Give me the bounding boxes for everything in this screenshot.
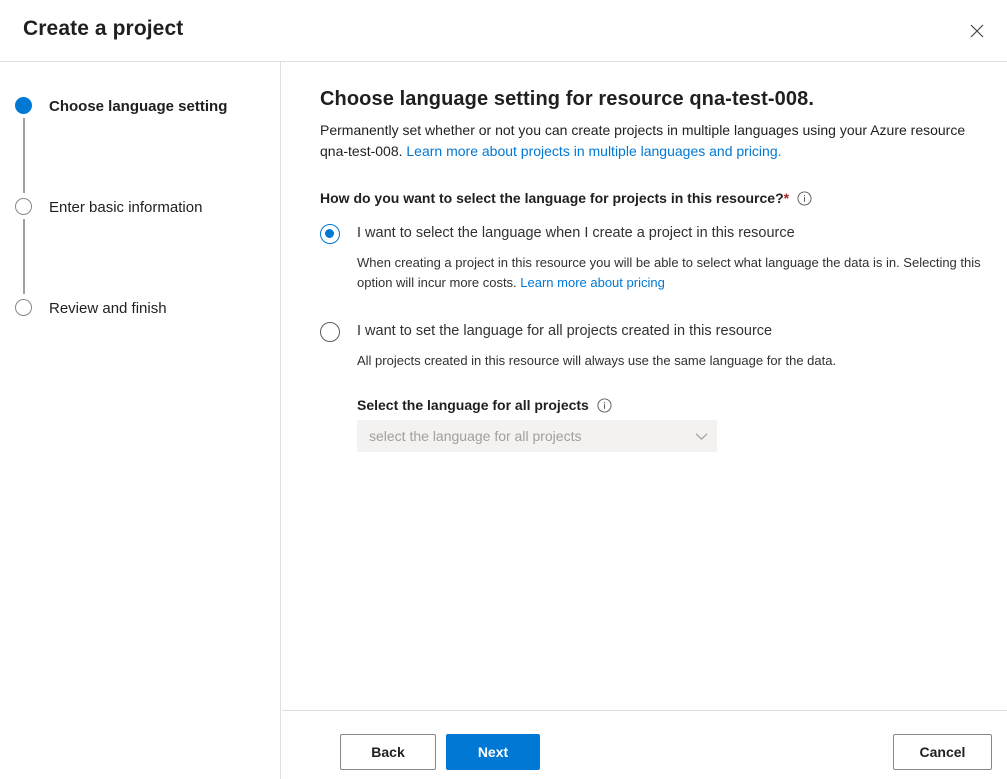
step-connector (23, 118, 25, 193)
sidebar-item-label: Choose language setting (49, 98, 227, 115)
language-select-dropdown[interactable]: select the language for all projects (357, 420, 717, 452)
content-area: Choose language setting for resource qna… (320, 88, 995, 452)
required-marker: * (784, 190, 789, 206)
info-icon[interactable] (597, 398, 612, 413)
learn-more-pricing-link[interactable]: Learn more about pricing (520, 275, 665, 290)
section-description: Permanently set whether or not you can c… (320, 120, 992, 162)
back-button[interactable]: Back (340, 734, 436, 770)
question-label: How do you want to select the language f… (320, 190, 784, 206)
empty-circle-icon (14, 298, 34, 318)
radio-option-label: I want to set the language for all proje… (357, 321, 772, 341)
radio-option-label: I want to select the language when I cre… (357, 223, 795, 243)
chevron-down-icon (686, 430, 716, 443)
next-button[interactable]: Next (446, 734, 540, 770)
page-title: Create a project (23, 17, 183, 41)
sidebar-item-choose-language-setting[interactable]: Choose language setting (14, 94, 227, 118)
wizard-main-panel: Choose language setting for resource qna… (282, 62, 1007, 710)
dialog-header: Create a project (0, 0, 1007, 62)
language-selection-radio-group: I want to select the language when I cre… (320, 223, 995, 452)
sidebar-item-review-and-finish[interactable]: Review and finish (14, 296, 167, 320)
cancel-button[interactable]: Cancel (893, 734, 992, 770)
radio-option-set-for-all-projects[interactable]: I want to set the language for all proje… (320, 321, 995, 342)
language-selection-question: How do you want to select the language f… (320, 190, 995, 206)
radio-button-selected-icon (320, 224, 340, 244)
step-connector (23, 219, 25, 294)
empty-circle-icon (14, 197, 34, 217)
radio-option-help-text: When creating a project in this resource… (357, 253, 995, 293)
sidebar-item-enter-basic-information[interactable]: Enter basic information (14, 195, 202, 219)
help-text: When creating a project in this resource… (357, 255, 981, 290)
wizard-sidebar: Choose language setting Enter basic info… (0, 62, 281, 779)
filled-circle-icon (14, 96, 34, 116)
learn-more-languages-pricing-link[interactable]: Learn more about projects in multiple la… (406, 143, 781, 159)
sidebar-item-label: Review and finish (49, 300, 167, 317)
radio-button-unselected-icon (320, 322, 340, 342)
section-heading: Choose language setting for resource qna… (320, 88, 995, 111)
radio-option-select-per-project[interactable]: I want to select the language when I cre… (320, 223, 995, 244)
radio-option-help-text: All projects created in this resource wi… (357, 351, 995, 371)
close-button[interactable] (957, 12, 997, 50)
language-dropdown-field: Select the language for all projects sel… (357, 397, 995, 452)
info-icon[interactable] (797, 191, 812, 206)
close-icon (970, 24, 984, 38)
wizard-footer: Back Next Cancel (282, 710, 1007, 779)
field-label-row: Select the language for all projects (357, 397, 995, 413)
create-project-wizard: Create a project Choose language setting (0, 0, 1007, 779)
field-label: Select the language for all projects (357, 397, 589, 413)
dropdown-placeholder: select the language for all projects (358, 428, 686, 444)
sidebar-item-label: Enter basic information (49, 199, 202, 216)
